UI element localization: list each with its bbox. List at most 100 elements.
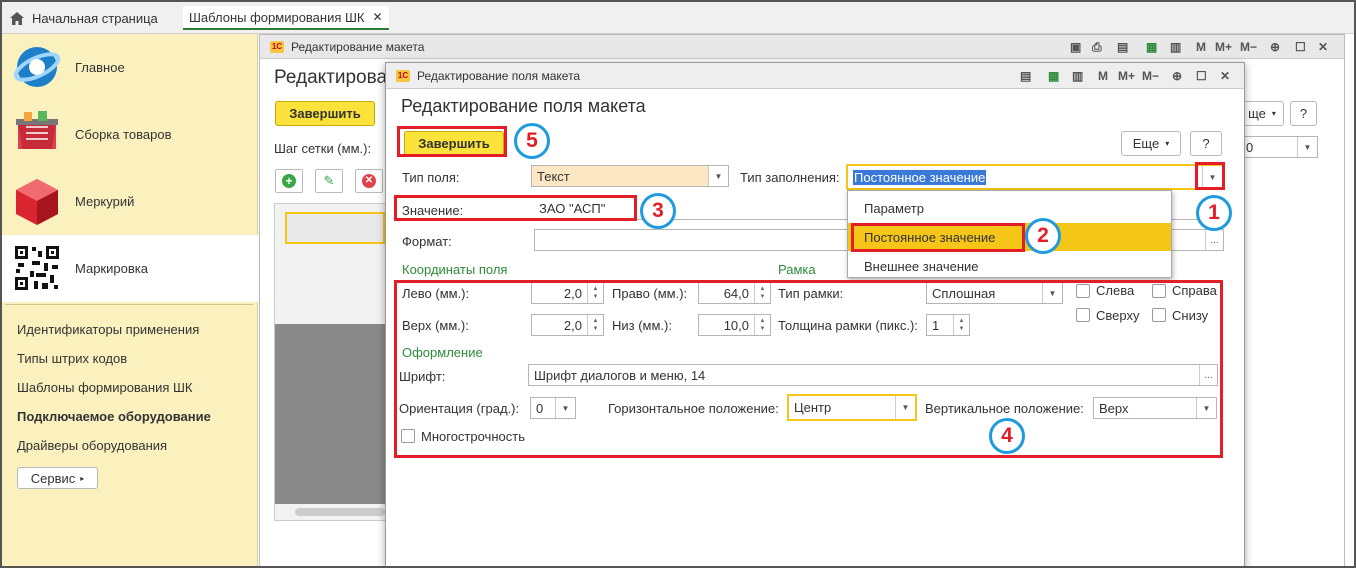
frame-section-title: Рамка: [778, 262, 816, 277]
tab-home[interactable]: Начальная страница: [10, 6, 158, 30]
maximize-icon[interactable]: ☐: [1196, 69, 1207, 83]
zoom-icon[interactable]: ⊕: [1270, 40, 1280, 54]
zoom-select-value: 0: [1246, 139, 1254, 155]
layout-field-placeholder[interactable]: [285, 212, 385, 244]
field-edit-titlebar: 1С Редактирование поля макета ▤ ▦ ▥ M M+…: [386, 63, 1244, 89]
callout-3: 3: [640, 193, 676, 229]
memory-plus-icon[interactable]: M+: [1118, 69, 1135, 83]
calendar-icon[interactable]: ▥: [1072, 69, 1083, 83]
more-button[interactable]: Еще ▾: [1121, 131, 1181, 156]
home-icon: [10, 11, 24, 25]
sidebar-link-application-ids[interactable]: Идентификаторы применения: [17, 322, 211, 351]
layout-editor-heading: Редактирова: [274, 67, 388, 88]
coords-section-title: Координаты поля: [402, 262, 508, 277]
horizontal-scrollbar[interactable]: [295, 508, 385, 516]
close-tab-icon[interactable]: ✕: [373, 10, 383, 24]
sidebar-section-main[interactable]: Главное: [0, 34, 258, 101]
app-logo-icon: 1С: [396, 70, 410, 82]
cube-icon: [16, 179, 58, 225]
more-button-label: Еще: [1132, 136, 1160, 151]
sidebar-link-equipment-drivers[interactable]: Драйверы оборудования: [17, 438, 211, 467]
callout-2: 2: [1025, 218, 1061, 254]
tab-home-label: Начальная страница: [32, 10, 158, 26]
memory-icon[interactable]: M: [1196, 40, 1206, 54]
sidebar-link-barcode-templates[interactable]: Шаблоны формирования ШК: [17, 380, 211, 409]
callout-1: 1: [1196, 195, 1232, 231]
layout-canvas[interactable]: [274, 203, 386, 521]
app-logo-icon: 1С: [270, 41, 284, 53]
sidebar: Главное Сборка товаров Меркурий Маркиров…: [0, 34, 258, 568]
tab-barcode-templates[interactable]: Шаблоны формирования ШК ✕: [183, 6, 389, 30]
fill-type-select[interactable]: Постоянное значение ▼: [846, 164, 1224, 190]
top-tab-bar: Начальная страница Шаблоны формирования …: [0, 0, 1356, 34]
preview-icon[interactable]: ▤: [1020, 69, 1031, 83]
sidebar-divider: [5, 304, 253, 305]
pencil-icon: ✎: [323, 173, 335, 188]
tab-barcode-templates-label: Шаблоны формирования ШК: [189, 9, 365, 25]
layout-editor-titlebar: 1С Редактирование макета ▣ ⎙ ▤ ▦ ▥ M M+ …: [260, 35, 1344, 59]
add-element-button[interactable]: +: [275, 169, 303, 193]
dropdown-item-parameter[interactable]: Параметр: [848, 194, 1171, 222]
help-button[interactable]: ?: [1190, 131, 1222, 156]
edit-element-button[interactable]: ✎: [315, 169, 343, 193]
sidebar-link-connected-equipment[interactable]: Подключаемое оборудование: [17, 409, 211, 438]
field-edit-heading: Редактирование поля макета: [401, 96, 646, 116]
chevron-down-icon[interactable]: ▼: [708, 166, 728, 186]
layout-canvas-shade: [275, 324, 385, 504]
chevron-down-icon: ▾: [1165, 139, 1170, 148]
memory-minus-icon[interactable]: M−: [1240, 40, 1257, 54]
grid-step-label: Шаг сетки (мм.):: [274, 141, 372, 156]
sidebar-section-label: Главное: [75, 60, 125, 75]
chevron-down-icon: ▾: [1271, 109, 1276, 118]
memory-icon[interactable]: M: [1098, 69, 1108, 83]
sidebar-section-label: Меркурий: [75, 194, 135, 209]
service-button[interactable]: Сервис ▸: [17, 467, 98, 489]
more-button-back[interactable]: ще ▾: [1240, 101, 1284, 126]
calculator-icon[interactable]: ▦: [1146, 40, 1157, 54]
zoom-select[interactable]: 0 ▼: [1240, 136, 1318, 158]
calculator-icon[interactable]: ▦: [1048, 69, 1059, 83]
add-icon: +: [282, 174, 296, 188]
delete-element-button[interactable]: ✕: [355, 169, 383, 193]
help-button-back[interactable]: ?: [1290, 101, 1317, 126]
highlight-dropdown-arrow: [1195, 162, 1225, 190]
dropdown-item-external[interactable]: Внешнее значение: [848, 252, 1171, 280]
close-icon[interactable]: ✕: [1220, 69, 1230, 83]
sidebar-section-label: Маркировка: [75, 261, 148, 276]
field-type-label: Тип поля:: [402, 170, 460, 185]
format-select-button[interactable]: ...: [1205, 230, 1223, 250]
chevron-down-icon[interactable]: ▼: [1297, 137, 1317, 157]
field-type-select[interactable]: Текст ▼: [531, 165, 729, 187]
highlight-layout-section: [394, 280, 1223, 458]
chevron-right-icon: ▸: [80, 473, 85, 483]
print-icon[interactable]: ⎙: [1092, 40, 1102, 55]
highlight-finish-button: [397, 126, 507, 157]
fill-type-label: Тип заполнения:: [740, 170, 840, 185]
callout-4: 4: [989, 418, 1025, 454]
format-label: Формат:: [402, 234, 452, 249]
sidebar-section-label: Сборка товаров: [75, 127, 172, 142]
callout-5: 5: [514, 123, 550, 159]
finish-button-back[interactable]: Завершить: [275, 101, 375, 126]
sidebar-links: Идентификаторы применения Типы штрих код…: [17, 322, 211, 467]
sidebar-section-marking[interactable]: Маркировка: [0, 235, 258, 302]
delete-icon: ✕: [362, 174, 376, 188]
field-type-value: Текст: [537, 168, 570, 184]
memory-minus-icon[interactable]: M−: [1142, 69, 1159, 83]
memory-plus-icon[interactable]: M+: [1215, 40, 1232, 54]
globe-icon: [13, 47, 61, 87]
sidebar-link-barcode-types[interactable]: Типы штрих кодов: [17, 351, 211, 380]
zoom-icon[interactable]: ⊕: [1172, 69, 1182, 83]
save-icon[interactable]: ▣: [1070, 40, 1081, 54]
service-button-label: Сервис: [30, 470, 76, 486]
field-edit-title: Редактирование поля макета: [417, 69, 581, 83]
preview-icon[interactable]: ▤: [1117, 40, 1128, 54]
qr-code-icon: [14, 245, 60, 291]
highlight-constant-item: [851, 223, 1025, 252]
close-icon[interactable]: ✕: [1318, 40, 1328, 54]
maximize-icon[interactable]: ☐: [1295, 40, 1306, 54]
calendar-icon[interactable]: ▥: [1170, 40, 1181, 54]
sidebar-section-mercury[interactable]: Меркурий: [0, 168, 258, 235]
basket-icon: [16, 111, 58, 149]
sidebar-section-assembly[interactable]: Сборка товаров: [0, 101, 258, 168]
